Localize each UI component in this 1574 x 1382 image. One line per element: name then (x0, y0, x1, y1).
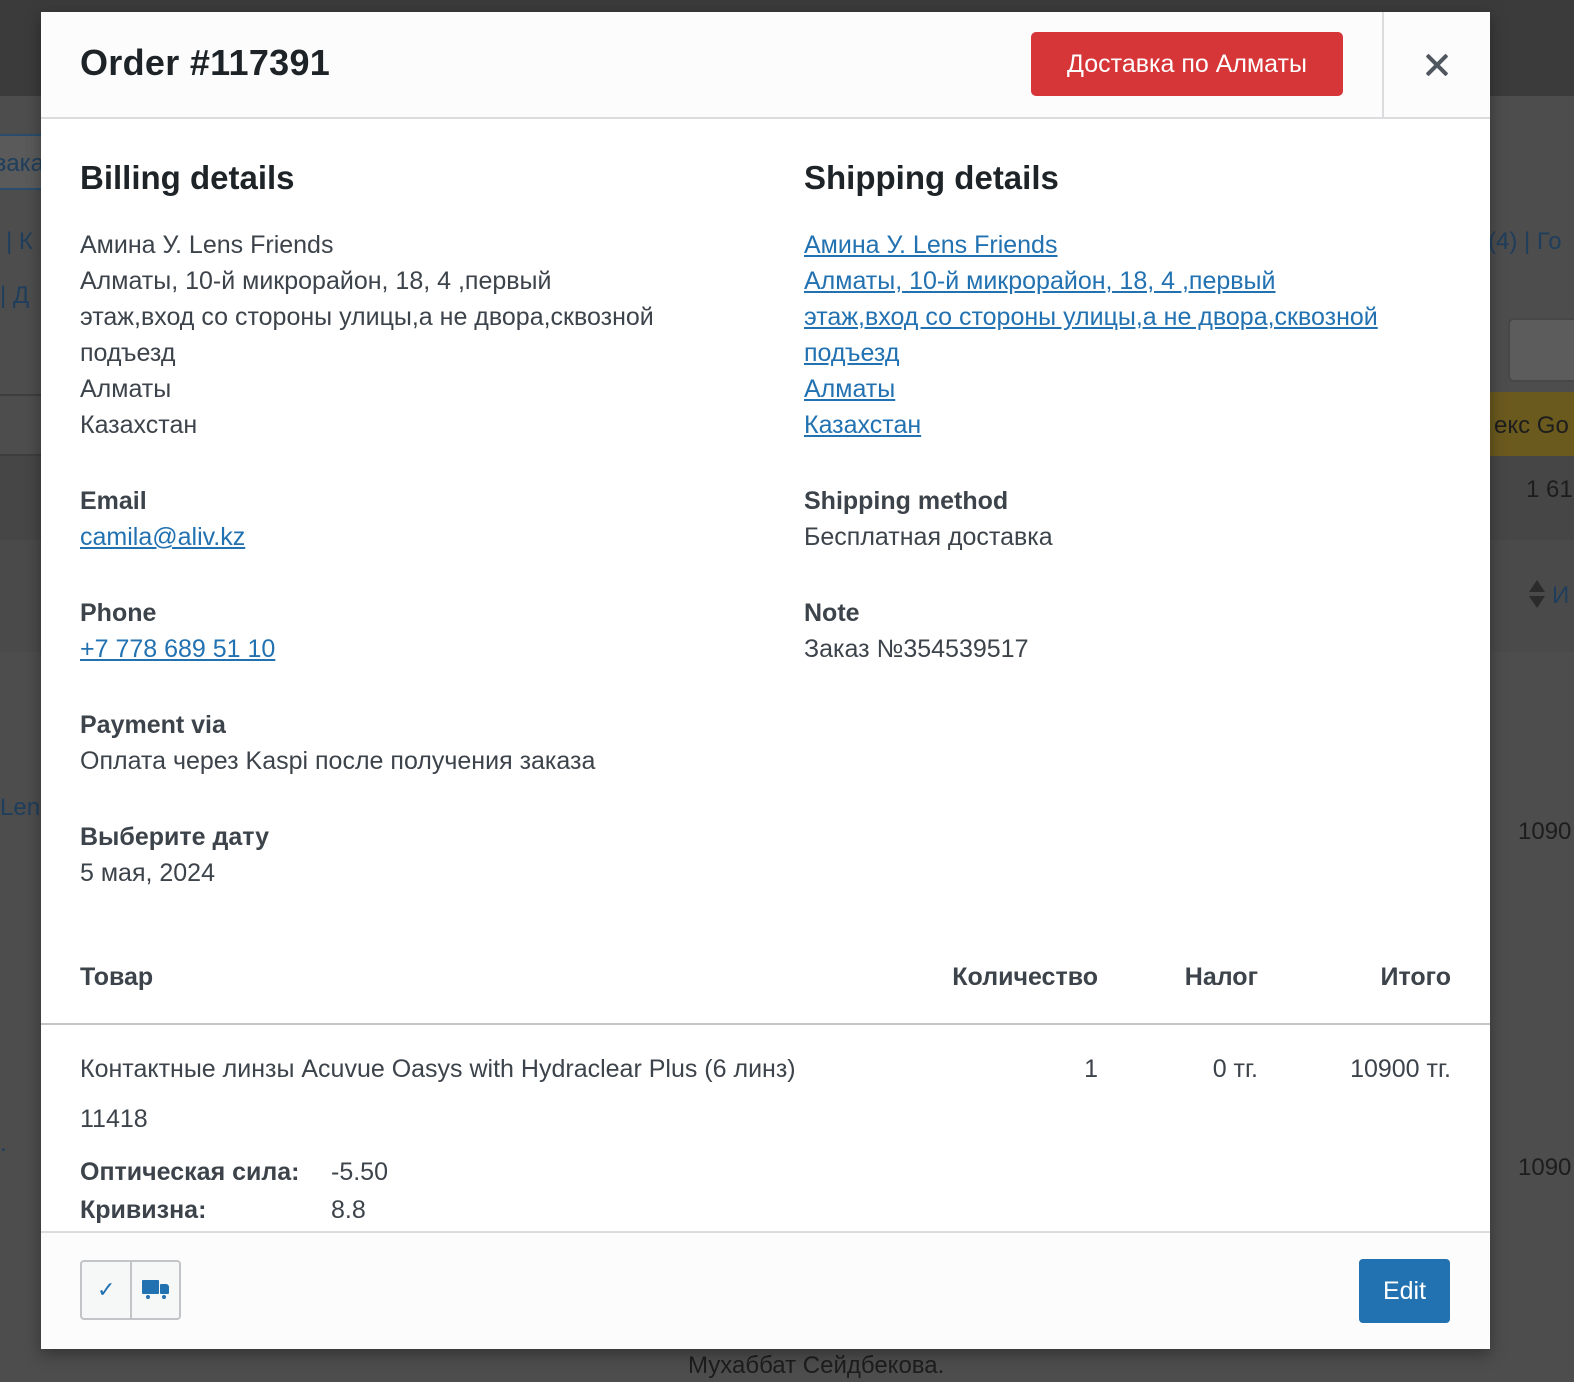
modal-footer: ✓ Edit (41, 1231, 1490, 1349)
items-table-header: Товар Количество Налог Итого (41, 947, 1490, 1025)
background-text: екс Go (1494, 412, 1569, 439)
shipping-method: Shipping method Бесплатная доставка (804, 483, 1464, 555)
shipping-address-link[interactable]: этаж,вход со стороны улицы,а не двора,ск… (804, 299, 1464, 335)
ship-order-button[interactable] (130, 1262, 179, 1318)
complete-order-button[interactable]: ✓ (82, 1262, 130, 1318)
order-preview-modal: Order #117391 Доставка по Алматы Billing… (41, 12, 1490, 1349)
shipping-address-link[interactable]: Казахстан (804, 407, 1464, 443)
payment-value: Оплата через Kaspi после получения заказ… (80, 747, 596, 775)
product-sku: 11418 (80, 1105, 148, 1133)
shipping-address-link[interactable]: Алматы (804, 371, 1464, 407)
divider (0, 454, 41, 456)
billing-address-line: Алматы, 10-й микрорайон, 18, 4 ,первый (80, 267, 552, 295)
background-text: | Д (0, 282, 30, 309)
billing-phone: Phone +7 778 689 51 10 (80, 595, 740, 667)
meta-key: Оптическая сила: (80, 1158, 300, 1186)
shipping-details: Shipping details Амина У. Lens Friends А… (804, 159, 1464, 667)
close-icon (1426, 54, 1448, 76)
date-value: 5 мая, 2024 (80, 859, 215, 887)
phone-link[interactable]: +7 778 689 51 10 (80, 635, 275, 663)
delivery-date: Выберите дату 5 мая, 2024 (80, 819, 740, 891)
billing-email: Email camila@aliv.kz (80, 483, 740, 555)
product-tax: 0 тг. (1212, 1055, 1258, 1083)
meta-value: 8.8 (331, 1196, 366, 1224)
payment-method: Payment via Оплата через Kaspi после пол… (80, 707, 740, 779)
phone-label: Phone (80, 599, 157, 627)
payment-label: Payment via (80, 711, 226, 739)
column-header-total: Итого (1380, 963, 1451, 991)
shipping-method-label: Shipping method (804, 487, 1009, 515)
sort-icon (1528, 578, 1546, 612)
note-label: Note (804, 599, 860, 627)
meta-row: Оптическая сила: -5.50 (80, 1153, 388, 1191)
divider (0, 394, 41, 396)
email-label: Email (80, 487, 147, 515)
product-meta: Оптическая сила: -5.50 Кривизна: 8.8 (80, 1153, 388, 1229)
order-note: Note Заказ №354539517 (804, 595, 1464, 667)
billing-address-line: Казахстан (80, 411, 198, 439)
background-input (1508, 318, 1574, 382)
shipping-address-link[interactable]: Алматы, 10-й микрорайон, 18, 4 ,первый (804, 263, 1464, 299)
modal-title: Order #117391 (80, 42, 331, 83)
date-label: Выберите дату (80, 823, 270, 851)
background-text: 1 61 (1526, 476, 1573, 503)
product-quantity: 1 (1084, 1055, 1098, 1083)
email-link[interactable]: camila@aliv.kz (80, 523, 245, 551)
shipping-heading: Shipping details (804, 159, 1059, 196)
column-header-product: Товар (80, 963, 154, 991)
close-button[interactable] (1382, 12, 1490, 117)
column-header-tax: Налог (1184, 963, 1258, 991)
background-text: . (0, 1130, 7, 1157)
shipping-method-value: Бесплатная доставка (804, 523, 1053, 551)
billing-address: Амина У. Lens Friends Алматы, 10-й микро… (80, 227, 740, 443)
background-text: зака (0, 150, 44, 177)
shipping-address: Амина У. Lens Friends Алматы, 10-й микро… (804, 227, 1464, 443)
edit-button[interactable]: Edit (1359, 1259, 1450, 1323)
billing-heading: Billing details (80, 159, 295, 196)
billing-address-line: Алматы (80, 375, 172, 403)
background-text: 1090 (1518, 818, 1572, 845)
shipping-address-link[interactable]: подъезд (804, 335, 1464, 371)
billing-details: Billing details Амина У. Lens Friends Ал… (80, 159, 740, 891)
order-status-badge: Доставка по Алматы (1031, 32, 1343, 96)
billing-address-line: подъезд (80, 339, 176, 367)
meta-value: -5.50 (331, 1158, 388, 1186)
truck-icon (141, 1279, 170, 1301)
billing-address-line: Амина У. Lens Friends (80, 231, 334, 259)
modal-header: Order #117391 Доставка по Алматы (41, 12, 1490, 119)
meta-key: Кривизна: (80, 1196, 207, 1224)
column-header-quantity: Количество (952, 963, 1098, 991)
background-text: 1090 (1518, 1154, 1572, 1181)
background-text: Мухаббат Сейдбекова. (688, 1352, 945, 1379)
shipping-address-link[interactable]: Амина У. Lens Friends (804, 227, 1464, 263)
product-total: 10900 тг. (1350, 1055, 1451, 1083)
billing-address-line: этаж,вход со стороны улицы,а не двора,ск… (80, 303, 654, 331)
order-actions: ✓ (80, 1260, 181, 1320)
note-value: Заказ №354539517 (804, 635, 1029, 663)
background-text: (4) | Го (1488, 228, 1562, 255)
background-text: И (1552, 582, 1570, 609)
product-name: Контактные линзы Acuvue Oasys with Hydra… (80, 1055, 796, 1083)
meta-row: Кривизна: 8.8 (80, 1191, 388, 1229)
modal-body: Billing details Амина У. Lens Friends Ал… (41, 119, 1490, 1231)
check-icon: ✓ (97, 1277, 116, 1302)
background-text: | К (6, 228, 33, 255)
